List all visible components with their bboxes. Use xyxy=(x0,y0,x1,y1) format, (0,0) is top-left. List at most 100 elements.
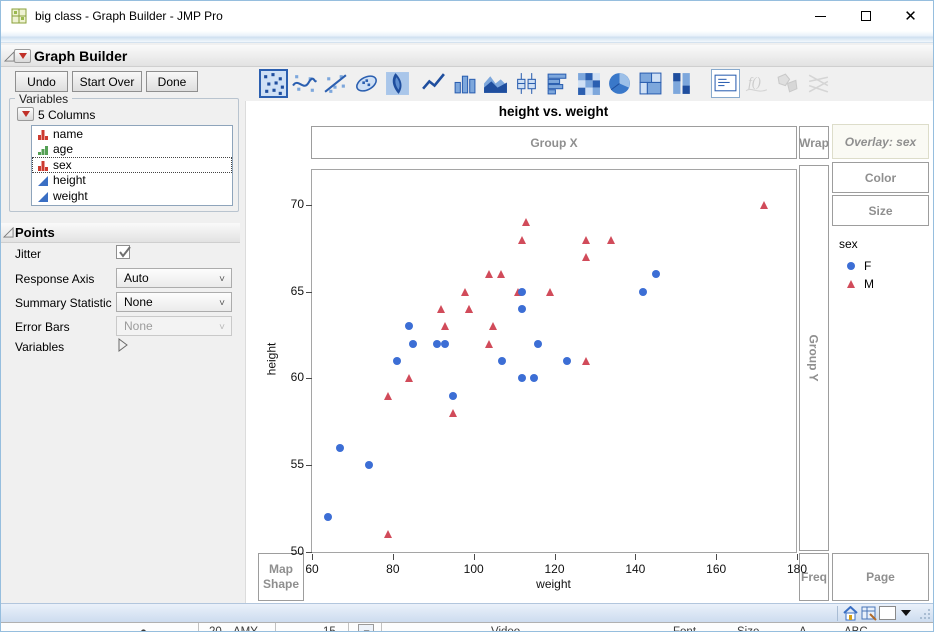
done-button[interactable]: Done xyxy=(146,71,198,92)
title-bar[interactable]: big class - Graph Builder - JMP Pro ✕ xyxy=(1,1,933,31)
drop-zone-wrap[interactable]: Wrap xyxy=(799,126,829,159)
treemap-icon[interactable] xyxy=(636,69,665,98)
variable-item-weight[interactable]: weight xyxy=(32,188,232,204)
y-tick-label: 65 xyxy=(290,283,304,298)
data-point-m[interactable] xyxy=(497,270,506,279)
data-point-m[interactable] xyxy=(485,339,494,348)
variable-item-age[interactable]: age xyxy=(32,142,232,158)
graph-builder-menu-icon[interactable] xyxy=(14,49,31,63)
smoother-icon[interactable] xyxy=(290,69,319,98)
scatter-plot-area[interactable]: 50 55 60 65 70 60 80 100 120 140 160 180 xyxy=(291,169,807,576)
jitter-checkbox[interactable] xyxy=(116,245,131,259)
data-point-m[interactable] xyxy=(582,356,591,365)
variable-item-name[interactable]: name xyxy=(32,126,232,142)
data-point-f[interactable] xyxy=(364,460,373,469)
data-point-f[interactable] xyxy=(651,270,660,279)
data-point-m[interactable] xyxy=(545,287,554,296)
drop-zone-color[interactable]: Color xyxy=(832,162,929,193)
data-point-m[interactable] xyxy=(489,322,498,331)
data-point-m[interactable] xyxy=(461,287,470,296)
drop-zone-map-shape[interactable]: Map Shape xyxy=(258,553,304,601)
drop-zone-page[interactable]: Page xyxy=(832,553,929,601)
data-point-f[interactable] xyxy=(518,287,527,296)
circle-marker-icon xyxy=(847,262,855,270)
data-point-m[interactable] xyxy=(582,235,591,244)
data-point-m[interactable] xyxy=(404,374,413,383)
data-point-f[interactable] xyxy=(405,322,413,331)
start-over-button[interactable]: Start Over xyxy=(72,71,142,92)
caption-box-icon[interactable] xyxy=(711,69,740,98)
divider xyxy=(198,623,199,631)
variables-list[interactable]: name age sex height weight xyxy=(31,125,233,206)
data-point-m[interactable] xyxy=(465,304,474,313)
legend-item-f[interactable]: F xyxy=(839,257,929,275)
data-point-f[interactable] xyxy=(433,339,442,348)
legend-item-m[interactable]: M xyxy=(839,275,929,293)
variable-label: weight xyxy=(53,188,88,203)
dropdown-arrow-icon[interactable] xyxy=(901,610,911,616)
minimize-button[interactable] xyxy=(798,1,843,31)
data-point-m[interactable] xyxy=(384,391,393,400)
contour-icon[interactable] xyxy=(383,69,412,98)
heatmap-icon[interactable] xyxy=(574,69,603,98)
variable-item-height[interactable]: height xyxy=(32,173,232,189)
histogram-icon[interactable] xyxy=(543,69,572,98)
data-point-f[interactable] xyxy=(518,304,527,313)
data-point-f[interactable] xyxy=(534,339,543,348)
drop-zone-group-y[interactable]: Group Y xyxy=(799,165,829,551)
data-point-f[interactable] xyxy=(392,356,401,365)
response-axis-dropdown[interactable]: Auto ˅ xyxy=(116,268,232,288)
data-point-m[interactable] xyxy=(440,322,449,331)
data-point-f[interactable] xyxy=(518,374,527,383)
divider xyxy=(348,623,349,631)
data-point-m[interactable] xyxy=(760,201,769,209)
data-point-f[interactable] xyxy=(562,356,571,365)
variable-item-sex[interactable]: sex xyxy=(32,157,232,173)
data-point-f[interactable] xyxy=(336,443,345,452)
box-plot-icon[interactable] xyxy=(512,69,541,98)
data-point-m[interactable] xyxy=(448,408,457,417)
journal-icon[interactable] xyxy=(861,606,877,621)
y-tick-label: 60 xyxy=(290,370,304,385)
resize-grip[interactable] xyxy=(919,608,931,620)
line-icon[interactable] xyxy=(419,69,448,98)
x-tick-mark xyxy=(797,554,798,560)
ellipse-icon[interactable] xyxy=(352,69,381,98)
home-icon[interactable] xyxy=(843,606,858,621)
data-point-f[interactable] xyxy=(409,339,418,348)
data-point-m[interactable] xyxy=(606,235,615,244)
close-button[interactable]: ✕ xyxy=(888,1,933,31)
x-tick-label: 120 xyxy=(544,562,565,576)
area-icon[interactable] xyxy=(481,69,510,98)
data-point-m[interactable] xyxy=(384,530,393,539)
maximize-button[interactable] xyxy=(843,1,888,31)
data-point-m[interactable] xyxy=(582,252,591,261)
data-point-f[interactable] xyxy=(324,512,333,521)
disclosure-triangle-icon[interactable] xyxy=(117,338,129,352)
points-icon[interactable] xyxy=(259,69,288,98)
data-point-m[interactable] xyxy=(436,304,445,313)
drop-zone-group-x[interactable]: Group X xyxy=(311,126,797,159)
bar-icon[interactable] xyxy=(450,69,479,98)
drop-zone-overlay[interactable]: Overlay: sex xyxy=(832,124,929,159)
columns-menu-icon[interactable] xyxy=(17,107,34,121)
data-point-m[interactable] xyxy=(517,235,526,244)
pie-icon[interactable] xyxy=(605,69,634,98)
data-point-m[interactable] xyxy=(521,218,530,227)
line-of-fit-icon[interactable] xyxy=(321,69,350,98)
columns-count-label: 5 Columns xyxy=(38,108,96,122)
undo-button[interactable]: Undo xyxy=(15,71,68,92)
data-point-f[interactable] xyxy=(639,287,648,296)
color-swatch-box[interactable] xyxy=(879,606,896,620)
data-point-f[interactable] xyxy=(449,391,458,400)
data-point-f[interactable] xyxy=(530,374,539,383)
drop-zone-freq[interactable]: Freq xyxy=(799,553,829,601)
drop-zone-size[interactable]: Size xyxy=(832,195,929,226)
points-collapse-triangle-icon[interactable] xyxy=(3,227,14,238)
data-point-f[interactable] xyxy=(441,339,450,348)
data-point-f[interactable] xyxy=(497,356,506,365)
summary-statistic-dropdown[interactable]: None ˅ xyxy=(116,292,232,312)
summary-statistic-label: Summary Statistic xyxy=(15,296,112,310)
mosaic-icon[interactable] xyxy=(667,69,696,98)
data-point-m[interactable] xyxy=(485,270,494,279)
